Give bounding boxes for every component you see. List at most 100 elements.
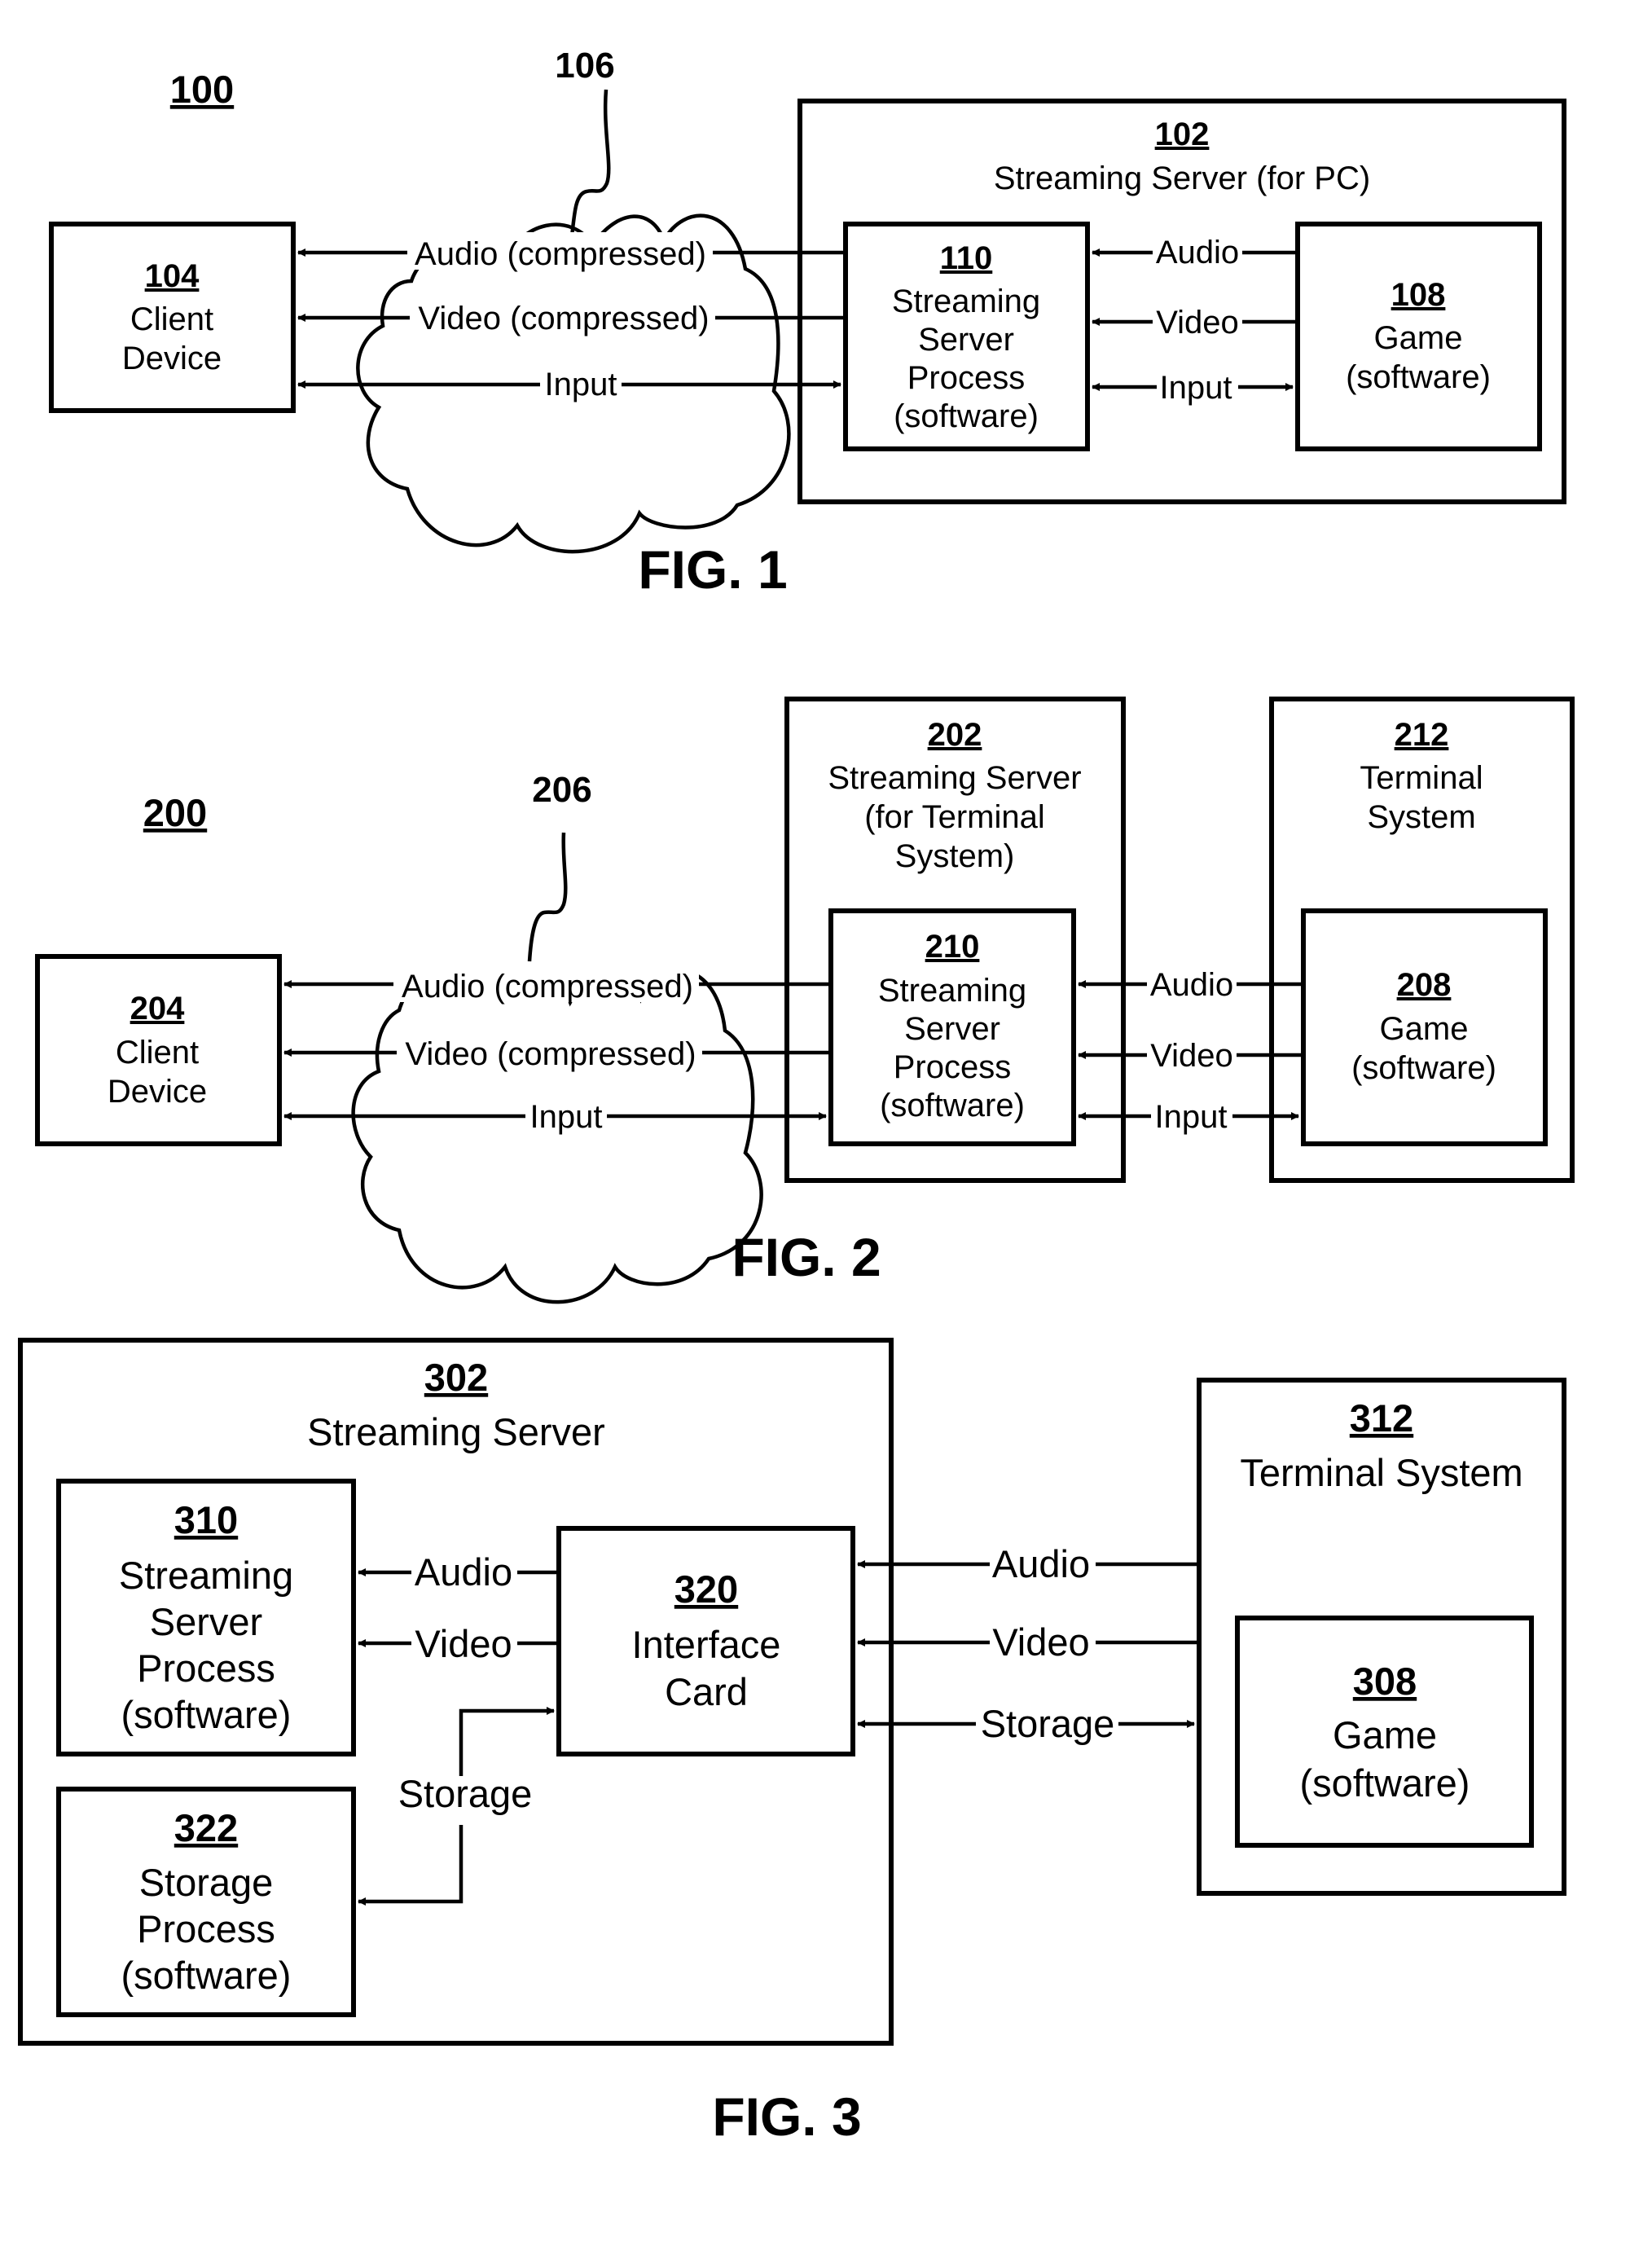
client-ref: 104	[145, 258, 200, 294]
storage-process-label-line: (software)	[121, 1954, 292, 1997]
internal-link-input: Input	[1092, 369, 1294, 406]
network-link-audio: Audio (compressed)	[283, 965, 831, 1005]
process-label-line: Server	[150, 1600, 262, 1643]
process-ref: 210	[925, 929, 980, 965]
process-ref: 310	[174, 1498, 238, 1541]
game-label-line: (software)	[1346, 359, 1491, 395]
external-link-video: Video	[857, 1620, 1199, 1664]
game-208: 208 Game (software)	[1301, 908, 1548, 1146]
svg-text:Storage: Storage	[398, 1772, 533, 1815]
interface-ref: 320	[674, 1567, 738, 1611]
terminal-label-line: Terminal	[1360, 760, 1483, 796]
figure-caption: FIG. 1	[638, 539, 787, 600]
game-108: 108 Game (software)	[1295, 222, 1542, 451]
game-ref: 208	[1397, 967, 1452, 1003]
network-ref-206: 206	[532, 770, 591, 810]
process-ref: 110	[940, 240, 993, 276]
client-device-104: 104 Client Device	[49, 222, 296, 413]
game-ref: 308	[1353, 1660, 1417, 1703]
svg-text:Video: Video	[415, 1622, 512, 1665]
svg-text:Storage: Storage	[981, 1702, 1115, 1745]
game-308: 308 Game (software)	[1235, 1616, 1534, 1848]
streaming-server-process-310: 310 Streaming Server Process (software)	[56, 1479, 356, 1756]
interface-label-line: Interface	[632, 1623, 781, 1666]
internal-link-storage: Storage	[358, 1707, 555, 1906]
server-title: Streaming Server (for PC)	[994, 160, 1370, 196]
system-ref-200: 200	[143, 791, 207, 834]
terminal-label-line: System	[1367, 799, 1475, 835]
interface-label-line: Card	[665, 1670, 748, 1713]
svg-text:Audio (compressed): Audio (compressed)	[415, 236, 706, 272]
internal-link-audio: Audio	[358, 1550, 559, 1594]
network-link-input: Input	[297, 367, 841, 402]
server-label-line: System)	[895, 838, 1015, 874]
process-label-line: Process	[907, 360, 1026, 396]
terminal-title: Terminal System	[1240, 1451, 1522, 1494]
svg-text:Input: Input	[1160, 370, 1232, 406]
system-ref-100: 100	[170, 68, 234, 111]
svg-text:Input: Input	[1155, 1099, 1228, 1135]
external-link-storage: Storage	[857, 1702, 1195, 1746]
figure-caption: FIG. 3	[712, 2086, 861, 2147]
process-label-line: Server	[918, 322, 1014, 358]
svg-text:Audio: Audio	[992, 1542, 1090, 1585]
svg-text:Video: Video	[1150, 1038, 1233, 1074]
client-device-204: 204 Client Device	[35, 954, 282, 1146]
process-label-line: (software)	[121, 1693, 292, 1736]
storage-process-label-line: Process	[137, 1907, 275, 1950]
svg-text:Video: Video	[992, 1620, 1089, 1664]
streaming-server-process-210: 210 Streaming Server Process (software)	[828, 908, 1076, 1146]
process-label-line: Streaming	[119, 1554, 293, 1597]
internal-link-video: Video	[358, 1622, 559, 1665]
game-label-line: Game	[1380, 1011, 1469, 1047]
figure-3: 302 Streaming Server 310 Streaming Serve…	[18, 1338, 1566, 2147]
client-label-line: Device	[108, 1074, 207, 1110]
server-label-line: (for Terminal	[864, 799, 1045, 835]
server-ref: 202	[928, 717, 982, 753]
network-link-input: Input	[283, 1098, 827, 1135]
streaming-server-process-110: 110 Streaming Server Process (software)	[843, 222, 1090, 451]
server-ref: 102	[1155, 117, 1210, 152]
network-ref-106: 106	[555, 46, 614, 86]
process-label-line: Process	[894, 1049, 1012, 1085]
process-label-line: (software)	[894, 398, 1039, 434]
game-label-line: Game	[1333, 1713, 1437, 1756]
process-label-line: (software)	[880, 1088, 1025, 1123]
internal-link-audio: Audio	[1092, 235, 1298, 270]
svg-text:Audio (compressed): Audio (compressed)	[402, 969, 693, 1005]
svg-text:Input: Input	[545, 367, 617, 402]
process-label-line: Streaming	[878, 973, 1026, 1009]
external-link-audio: Audio	[857, 1542, 1199, 1585]
client-label-line: Client	[116, 1035, 199, 1071]
server-ref: 302	[424, 1356, 488, 1399]
game-label-line: (software)	[1351, 1050, 1496, 1086]
client-label-line: Device	[122, 341, 222, 376]
game-label-line: (software)	[1300, 1761, 1470, 1805]
internal-link-input: Input	[1078, 1098, 1299, 1135]
svg-text:Video (compressed): Video (compressed)	[418, 301, 709, 336]
terminal-ref: 312	[1350, 1396, 1413, 1440]
network-link-video: Video (compressed)	[297, 297, 846, 336]
process-label-line: Streaming	[892, 284, 1040, 319]
svg-text:Video: Video	[1156, 305, 1239, 341]
process-label-line: Server	[904, 1011, 1000, 1047]
svg-text:Audio: Audio	[1156, 235, 1239, 270]
terminal-ref: 212	[1395, 717, 1449, 753]
svg-text:Audio: Audio	[415, 1550, 512, 1594]
client-label-line: Client	[130, 301, 213, 337]
terminal-system-212: 212 Terminal System	[1269, 697, 1575, 1183]
figure-1: 100 106 104 Client Device 102 Streaming …	[49, 46, 1566, 600]
svg-text:Input: Input	[530, 1099, 603, 1135]
patent-drawing-sheet: 100 106 104 Client Device 102 Streaming …	[18, 46, 1575, 2147]
client-ref: 204	[130, 991, 185, 1027]
server-title: Streaming Server	[307, 1410, 605, 1453]
figure-2: 200 206 204 Client Device 202 Streaming …	[35, 697, 1575, 1304]
figure-caption: FIG. 2	[732, 1227, 881, 1287]
process-label-line: Process	[137, 1646, 275, 1690]
svg-text:Video (compressed): Video (compressed)	[405, 1036, 696, 1072]
storage-process-322: 322 Storage Process (software)	[56, 1787, 356, 2017]
interface-card-320: 320 Interface Card	[556, 1526, 855, 1756]
storage-process-label-line: Storage	[139, 1861, 274, 1904]
game-label-line: Game	[1374, 320, 1463, 356]
server-label-line: Streaming Server	[828, 760, 1081, 796]
